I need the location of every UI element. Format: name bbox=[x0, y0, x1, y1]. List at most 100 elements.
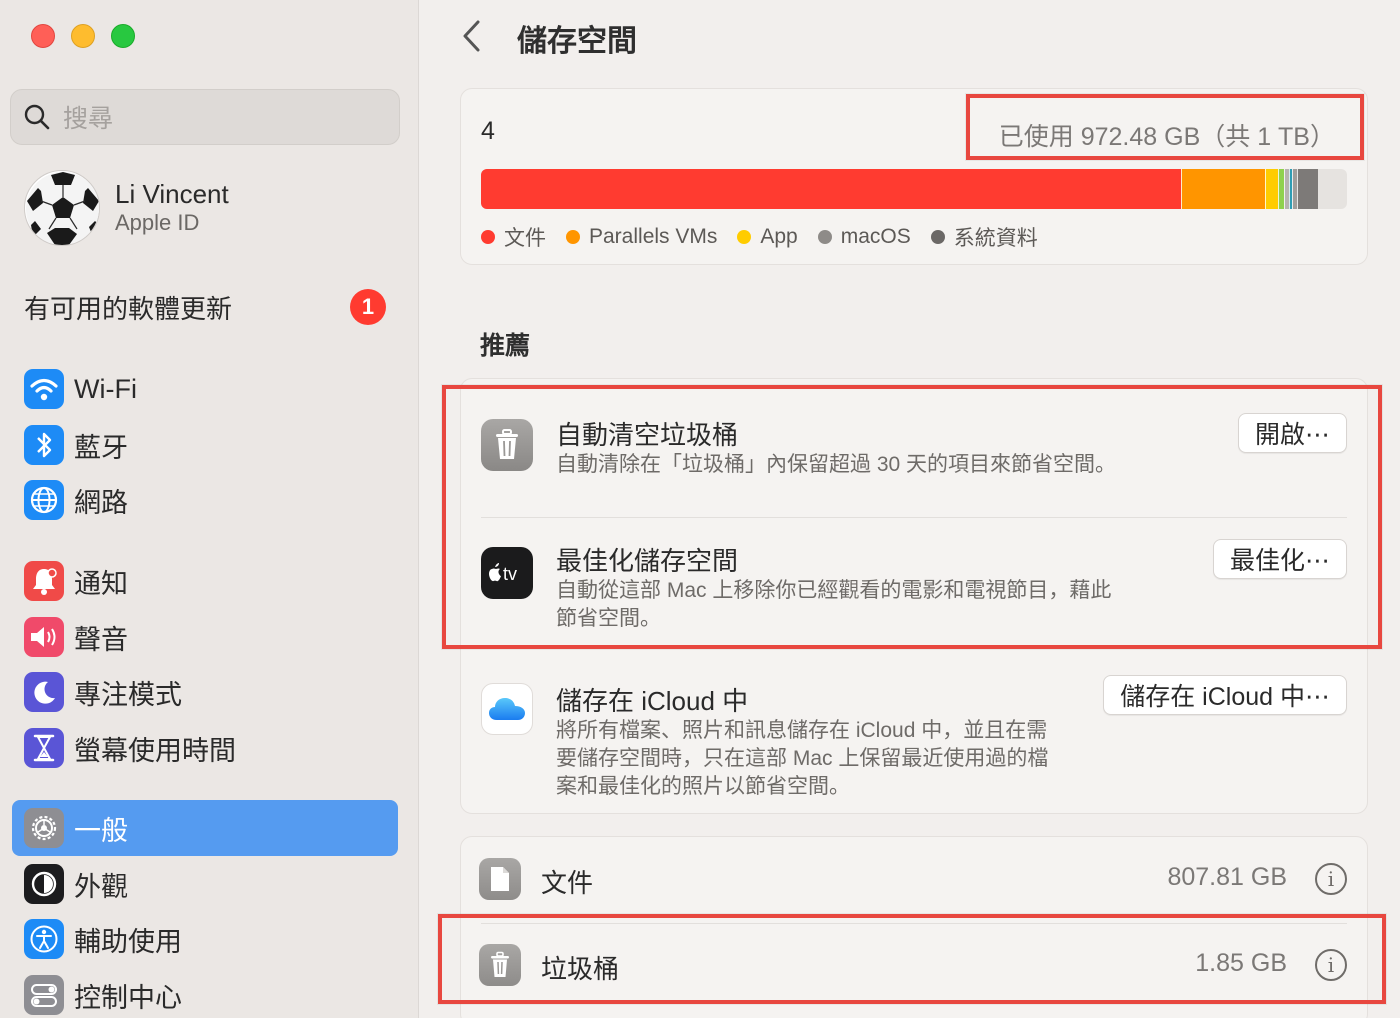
recommendations-card: 自動清空垃圾桶 自動清除在「垃圾桶」內保留超過 30 天的項目來節省空間。 開啟… bbox=[460, 378, 1368, 814]
control-center-icon bbox=[24, 975, 64, 1015]
sidebar-item-notifications[interactable]: 通知 bbox=[12, 553, 398, 609]
zoom-button[interactable] bbox=[111, 24, 135, 48]
sidebar-item-label: 外觀 bbox=[74, 871, 128, 902]
apple-tv-icon: tv bbox=[481, 547, 533, 599]
sidebar-item-label: 控制中心 bbox=[74, 982, 182, 1013]
storage-legend: 文件 Parallels VMs App macOS 系統資料 bbox=[481, 222, 1038, 252]
sidebar-item-appearance[interactable]: 外觀 bbox=[12, 856, 398, 912]
sidebar-item-label: 一般 bbox=[74, 815, 128, 846]
globe-icon bbox=[24, 480, 64, 520]
legend-dot bbox=[481, 230, 495, 244]
legend-item: 文件 bbox=[481, 222, 546, 252]
search-icon bbox=[24, 104, 50, 130]
recommendations-heading: 推薦 bbox=[480, 332, 531, 360]
moon-icon bbox=[24, 672, 64, 712]
category-row-trash[interactable]: 垃圾桶 1.85 GB i bbox=[461, 923, 1367, 1009]
apple-id-profile[interactable]: Li Vincent Apple ID bbox=[24, 170, 229, 246]
back-chevron-icon[interactable] bbox=[460, 18, 484, 54]
profile-subtitle: Apple ID bbox=[115, 210, 200, 235]
category-label: 垃圾桶 bbox=[541, 954, 620, 984]
category-label: 文件 bbox=[541, 868, 594, 898]
sidebar-item-sound[interactable]: 聲音 bbox=[12, 609, 398, 665]
sidebar-item-label: 通知 bbox=[74, 568, 128, 599]
used-storage-text: 已使用 972.48 GB（共 1 TB） bbox=[998, 123, 1335, 151]
legend-dot bbox=[817, 230, 832, 244]
sidebar-item-label: Wi-Fi bbox=[74, 373, 137, 404]
search-placeholder: 搜尋 bbox=[63, 105, 114, 133]
info-icon[interactable]: i bbox=[1315, 949, 1347, 981]
document-icon bbox=[479, 858, 521, 900]
storage-summary-card: 4 已使用 972.48 GB（共 1 TB） 文件 Parallels VMs A… bbox=[460, 88, 1368, 265]
storage-usage-bar bbox=[481, 169, 1347, 209]
trash-icon bbox=[479, 944, 521, 986]
rec-description-line: 自動從這部 Mac 上移除你已經觀看的電影和電視節目，藉此 bbox=[556, 579, 1112, 602]
close-button[interactable] bbox=[31, 24, 55, 48]
legend-label: 文件 bbox=[504, 227, 546, 250]
sidebar-item-wifi[interactable]: Wi-Fi bbox=[12, 361, 398, 417]
wifi-icon bbox=[24, 369, 64, 409]
page-title: 儲存空間 bbox=[517, 25, 637, 58]
hourglass-icon bbox=[24, 728, 64, 768]
category-row-documents[interactable]: 文件 807.81 GB i bbox=[461, 837, 1367, 923]
sidebar-item-label: 網路 bbox=[74, 487, 128, 518]
sidebar-item-label: 專注模式 bbox=[74, 679, 182, 710]
search-input[interactable]: 搜尋 bbox=[10, 89, 400, 145]
sidebar-item-label: 聲音 bbox=[74, 624, 128, 655]
legend-dot bbox=[930, 230, 945, 244]
legend-label: macOS bbox=[840, 225, 911, 248]
sidebar-item-accessibility[interactable]: 輔助使用 bbox=[12, 911, 398, 967]
sidebar-item-network[interactable]: 網路 bbox=[12, 472, 398, 528]
rec-description: 將所有檔案、照片和訊息儲存在 iCloud 中，並且在需 要儲存空間時，只在這部… bbox=[556, 717, 1048, 801]
rec-empty-trash: 自動清空垃圾桶 自動清除在「垃圾桶」內保留超過 30 天的項目來節省空間。 開啟… bbox=[461, 379, 1367, 517]
rec-description-line: 將所有檔案、照片和訊息儲存在 iCloud 中，並且在需 bbox=[556, 719, 1048, 742]
profile-name: Li Vincent bbox=[115, 179, 229, 209]
sidebar-item-label: 螢幕使用時間 bbox=[74, 735, 236, 766]
legend-item: App bbox=[737, 225, 798, 249]
sidebar-item-bluetooth[interactable]: 藍牙 bbox=[12, 417, 398, 473]
bluetooth-icon bbox=[24, 425, 64, 465]
trash-icon bbox=[481, 419, 533, 471]
window-controls bbox=[31, 24, 135, 48]
gear-icon bbox=[24, 808, 64, 848]
volume-name: 4 bbox=[481, 117, 495, 145]
store-in-icloud-button[interactable]: 儲存在 iCloud 中⋯ bbox=[1103, 675, 1347, 715]
optimize-storage-button[interactable]: 最佳化⋯ bbox=[1212, 539, 1347, 579]
apple-tv-text: tv bbox=[503, 564, 517, 584]
avatar bbox=[24, 170, 100, 246]
bell-icon bbox=[24, 561, 64, 601]
legend-label: 系統資料 bbox=[953, 227, 1038, 250]
category-size: 807.81 GB bbox=[1167, 863, 1287, 891]
storage-segment-0 bbox=[481, 169, 1181, 209]
accessibility-icon bbox=[24, 919, 64, 959]
storage-categories-card: 文件 807.81 GB i 垃圾桶 1.85 GB i bbox=[460, 836, 1368, 1018]
legend-label: Parallels VMs bbox=[589, 225, 718, 248]
soccer-ball-icon bbox=[26, 172, 99, 245]
legend-item: 系統資料 bbox=[930, 222, 1038, 252]
rec-store-in-icloud: 儲存在 iCloud 中 將所有檔案、照片和訊息儲存在 iCloud 中，並且在… bbox=[461, 659, 1367, 815]
software-update-item[interactable]: 有可用的軟體更新 1 bbox=[24, 287, 386, 327]
rec-description-line: 案和最佳化的照片以節省空間。 bbox=[556, 775, 850, 798]
rec-title: 儲存在 iCloud 中 bbox=[556, 686, 749, 716]
sidebar-item-screen-time[interactable]: 螢幕使用時間 bbox=[12, 720, 398, 776]
category-size: 1.85 GB bbox=[1195, 949, 1287, 977]
legend-label: App bbox=[760, 225, 798, 248]
sidebar-item-general[interactable]: 一般 bbox=[12, 800, 398, 856]
rec-description-line: 要儲存空間時，只在這部 Mac 上保留最近使用過的檔 bbox=[556, 747, 1049, 770]
sidebar-item-focus[interactable]: 專注模式 bbox=[12, 664, 398, 720]
rec-title: 最佳化儲存空間 bbox=[556, 546, 739, 576]
rec-description-line: 節省空間。 bbox=[556, 607, 661, 630]
sidebar-item-control-center[interactable]: 控制中心 bbox=[12, 967, 398, 1018]
rec-title: 自動清空垃圾桶 bbox=[556, 420, 739, 450]
legend-item: macOS bbox=[817, 225, 911, 249]
legend-item: Parallels VMs bbox=[566, 225, 717, 249]
icloud-icon bbox=[481, 683, 533, 735]
legend-dot bbox=[566, 230, 580, 244]
sidebar-item-label: 藍牙 bbox=[74, 432, 128, 463]
rec-description: 自動從這部 Mac 上移除你已經觀看的電影和電視節目，藉此 節省空間。 bbox=[556, 577, 1111, 633]
main-content: 儲存空間 4 已使用 972.48 GB（共 1 TB） 文件 Parallels… bbox=[420, 0, 1400, 1018]
storage-segment-2 bbox=[1264, 169, 1278, 209]
enable-auto-empty-trash-button[interactable]: 開啟⋯ bbox=[1237, 413, 1347, 453]
speaker-icon bbox=[24, 617, 64, 657]
info-icon[interactable]: i bbox=[1315, 863, 1347, 895]
minimize-button[interactable] bbox=[71, 24, 95, 48]
